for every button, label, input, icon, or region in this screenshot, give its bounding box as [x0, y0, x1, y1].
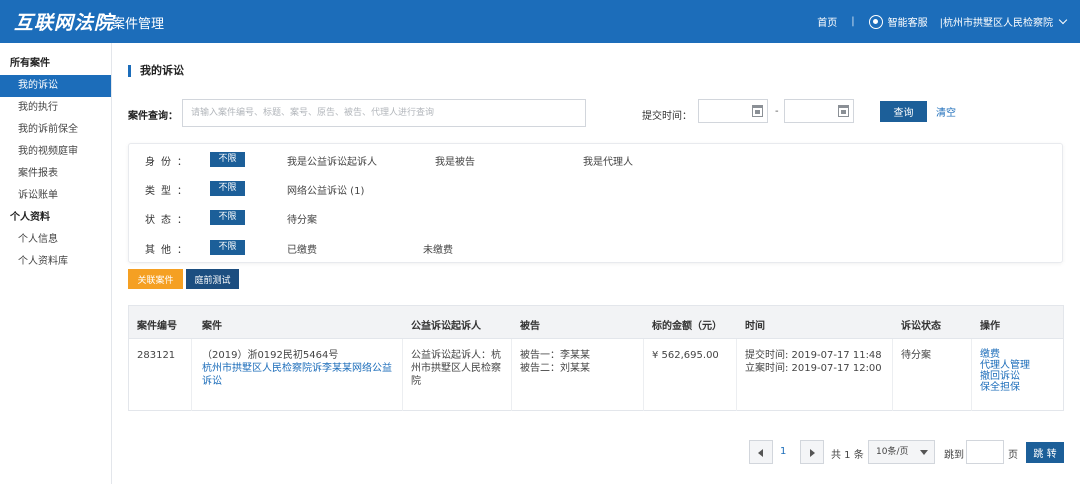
start-date-field[interactable] [698, 99, 768, 123]
app-logo[interactable]: 互联网法院 [14, 8, 114, 35]
cell-filing-time: 立案时间: 2019-07-17 12:00 [745, 363, 882, 374]
filter-label-status: 状态： [145, 215, 193, 226]
link-case-button[interactable]: 关联案件 [128, 269, 183, 289]
filter-row-status: 状态： 不限 待分案 [129, 210, 1062, 226]
filter-option-paid[interactable]: 已缴费 [287, 241, 317, 256]
next-page-button[interactable] [800, 440, 824, 464]
cell-amount: ¥ 562,695.00 [652, 350, 719, 361]
cell-case-title-link[interactable]: 杭州市拱墅区人民检察院诉李某某网络公益诉讼 [202, 362, 398, 388]
filter-chip-unlimited[interactable]: 不限 [210, 240, 245, 255]
filter-row-type: 类型： 不限 网络公益诉讼 (1) [129, 181, 1062, 197]
main-content: 我的诉讼 案件查询： 提交时间： - 查询 清空 身份： 不限 我是公益诉讼起诉… [112, 43, 1080, 484]
filter-label-type: 类型： [145, 186, 193, 197]
jump-button[interactable]: 跳 转 [1026, 442, 1064, 463]
jump-label: 跳到 [944, 450, 964, 461]
sidebar: 所有案件 我的诉讼 我的执行 我的诉前保全 我的视频庭审 案件报表 诉讼账单 个… [0, 43, 112, 484]
cell-status: 待分案 [901, 350, 931, 361]
filter-label-other: 其他： [145, 245, 193, 256]
column-header-defendant: 被告 [520, 321, 540, 332]
filter-row-identity: 身份： 不限 我是公益诉讼起诉人 我是被告 我是代理人 [129, 152, 1062, 168]
filter-chip-unlimited[interactable]: 不限 [210, 152, 245, 167]
date-range-dash: - [775, 106, 779, 117]
sidebar-item-case-report[interactable]: 案件报表 [0, 163, 111, 185]
search-input[interactable] [182, 99, 586, 127]
cell-actions: 缴费 代理人管理 撤回诉讼 保全担保 [980, 349, 1030, 393]
filter-option-online-public-litigation[interactable]: 网络公益诉讼 (1) [287, 182, 364, 197]
sidebar-item-my-litigation[interactable]: 我的诉讼 [0, 75, 111, 97]
assistant-icon [868, 14, 883, 29]
sidebar-item-personal-library[interactable]: 个人资料库 [0, 251, 111, 273]
page-unit-label: 页 [1008, 450, 1018, 461]
filter-label-identity: 身份： [145, 157, 193, 168]
table-header: 案件编号 案件 公益诉讼起诉人 被告 标的金额（元） 时间 诉讼状态 操作 [129, 306, 1063, 339]
search-label: 案件查询： [128, 111, 178, 122]
court-test-button[interactable]: 庭前测试 [186, 269, 239, 289]
chevron-down-icon[interactable] [1058, 15, 1068, 24]
clear-link[interactable]: 清空 [936, 104, 956, 119]
filter-chip-unlimited[interactable]: 不限 [210, 181, 245, 196]
cell-defendant-2: 被告二：刘某某 [520, 363, 590, 374]
home-link[interactable]: 首页 [817, 14, 837, 29]
column-header-plaintiff: 公益诉讼起诉人 [411, 321, 481, 332]
cell-case-number: （2019）浙0192民初5464号 [202, 350, 339, 361]
filter-panel: 身份： 不限 我是公益诉讼起诉人 我是被告 我是代理人 类型： 不限 网络公益诉… [128, 143, 1063, 263]
top-right-nav: 首页 | 智能客服 |杭州市拱墅区人民检察院 [817, 0, 1068, 43]
current-page-number[interactable]: 1 [780, 446, 786, 457]
nav-separator: | [851, 16, 855, 27]
assistant-link[interactable]: 智能客服 [888, 14, 928, 29]
filter-option-unpaid[interactable]: 未缴费 [423, 241, 453, 256]
calendar-icon[interactable] [838, 105, 849, 117]
sidebar-item-personal-info[interactable]: 个人信息 [0, 229, 111, 251]
column-header-amount: 标的金额（元） [652, 321, 722, 332]
caret-down-icon [920, 450, 928, 455]
end-date-field[interactable] [784, 99, 854, 123]
column-header-time: 时间 [745, 321, 765, 332]
total-count: 共 1 条 [831, 450, 864, 461]
filter-option-defendant[interactable]: 我是被告 [435, 153, 475, 168]
action-pay-link[interactable]: 缴费 [980, 349, 1030, 360]
action-withdraw-link[interactable]: 撤回诉讼 [980, 371, 1030, 382]
date-label: 提交时间： [642, 111, 692, 122]
top-bar: 互联网法院 案件管理 首页 | 智能客服 |杭州市拱墅区人民检察院 [0, 0, 1080, 43]
column-header-case-id: 案件编号 [137, 321, 177, 332]
column-header-status: 诉讼状态 [901, 321, 941, 332]
app-title: 案件管理 [112, 17, 165, 32]
query-button[interactable]: 查询 [880, 101, 927, 122]
page-size-value: 10条/页 [876, 447, 909, 457]
cell-case-id: 283121 [137, 350, 176, 361]
sidebar-item-video-hearing[interactable]: 我的视频庭审 [0, 141, 111, 163]
prev-page-button[interactable] [749, 440, 773, 464]
sidebar-group-personal: 个人资料 [10, 212, 50, 223]
cell-defendant-1: 被告一：李某某 [520, 350, 590, 361]
column-header-actions: 操作 [980, 321, 1000, 332]
case-table: 案件编号 案件 公益诉讼起诉人 被告 标的金额（元） 时间 诉讼状态 操作 28… [128, 305, 1064, 411]
filter-option-agent[interactable]: 我是代理人 [583, 153, 633, 168]
page-title: 我的诉讼 [128, 65, 184, 77]
table-row[interactable]: 283121 （2019）浙0192民初5464号 杭州市拱墅区人民检察院诉李某… [129, 339, 1063, 411]
org-name[interactable]: |杭州市拱墅区人民检察院 [940, 14, 1053, 29]
column-header-case: 案件 [202, 321, 222, 332]
sidebar-item-my-execution[interactable]: 我的执行 [0, 97, 111, 119]
filter-row-other: 其他： 不限 已缴费 未缴费 [129, 240, 1062, 256]
chevron-right-icon [810, 449, 815, 457]
action-agent-management-link[interactable]: 代理人管理 [980, 360, 1030, 371]
sidebar-group-all-cases: 所有案件 [10, 58, 50, 69]
cell-submit-time: 提交时间: 2019-07-17 11:48 [745, 350, 882, 361]
pagination: 1 共 1 条 10条/页 跳到 页 跳 转 [112, 440, 1080, 466]
filter-option-plaintiff[interactable]: 我是公益诉讼起诉人 [287, 153, 377, 168]
jump-page-input[interactable] [966, 440, 1004, 464]
action-preservation-guarantee-link[interactable]: 保全担保 [980, 382, 1030, 393]
chevron-left-icon [758, 449, 763, 457]
sidebar-item-litigation-bill[interactable]: 诉讼账单 [0, 185, 111, 207]
calendar-icon[interactable] [752, 105, 763, 117]
filter-chip-unlimited[interactable]: 不限 [210, 210, 245, 225]
filter-option-pending-assignment[interactable]: 待分案 [287, 211, 317, 226]
page-size-select[interactable]: 10条/页 [868, 440, 935, 464]
cell-plaintiff: 公益诉讼起诉人：杭州市拱墅区人民检察院 [411, 350, 501, 387]
sidebar-item-pre-litigation-preservation[interactable]: 我的诉前保全 [0, 119, 111, 141]
